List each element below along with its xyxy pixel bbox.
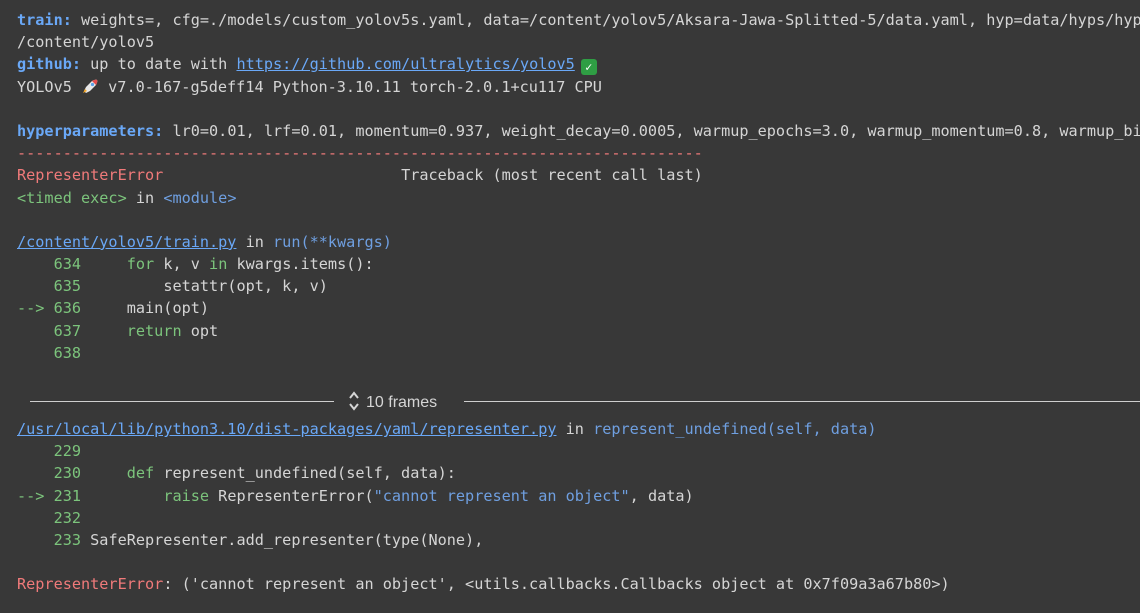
version-line: YOLOv5 v7.0-167-g5deff14 Python-3.10.11 … [17,76,1140,98]
code-line: 638 [17,343,82,362]
frame-header: /usr/local/lib/python3.10/dist-packages/… [17,420,877,438]
version-info: v7.0-167-g5deff14 Python-3.10.11 torch-2… [99,77,602,96]
hyperparameters-line: hyperparameters: lr0=0.01, lrf=0.01, mom… [17,120,1140,142]
code-line: 230 def represent_undefined(self, data): [17,464,456,483]
github-link[interactable]: https://github.com/ultralytics/yolov5 [236,55,574,73]
frame-file-link[interactable]: /content/yolov5/train.py [17,233,236,251]
code-line: 637 return opt [17,321,219,340]
module-name: <module> [163,188,237,207]
frame-header: /content/yolov5/train.py in run(**kwargs… [17,232,392,251]
github-status: up to date with [81,55,237,74]
code-line: 635 setattr(opt, k, v) [17,277,328,296]
code-line: 634 for k, v in kwargs.items(): [17,255,374,274]
final-error-message: : ('cannot represent an object', <utils.… [163,575,950,594]
train-args: weights=, cfg=./models/custom_yolov5s.ya… [71,11,1140,29]
traceback-divider: ----------------------------------------… [17,144,703,163]
train-line: train: weights=, cfg=./models/custom_yol… [17,9,1140,31]
error-name: RepresenterError [17,166,164,185]
hyperparameters-values: lr0=0.01, lrf=0.01, momentum=0.937, weig… [163,121,1140,140]
traceback-title: Traceback (most recent call last) [401,166,703,185]
frame-file-link[interactable]: /usr/local/lib/python3.10/dist-packages/… [17,420,556,438]
code-line: 229 [17,442,82,461]
code-line-current: --> 636 main(opt) [17,299,210,318]
frames-divider-left [30,401,334,402]
train-label: train: [17,11,72,29]
version-prefix: YOLOv5 [17,77,82,96]
frame-function: represent_undefined(self, data) [593,420,877,438]
timed-exec: <timed exec> [17,188,127,207]
frames-divider-right [464,401,1140,402]
expand-collapse-icon [349,391,359,411]
cwd-line: /content/yolov5 [17,33,155,52]
code-line: 233 SafeRepresenter.add_representer(type… [17,530,484,549]
timed-exec-line: <timed exec> in <module> [17,188,237,207]
frames-count-label: 10 frames [366,394,438,411]
collapsed-frames-toggle[interactable]: 10 frames [30,390,1140,416]
github-line: github: up to date with https://github.c… [17,53,1140,76]
final-error-line: RepresenterError: ('cannot represent an … [17,573,1140,595]
code-line-current: --> 231 raise RepresenterError("cannot r… [17,486,694,505]
github-label: github: [17,55,82,74]
rocket-icon [83,79,98,93]
code-line: 232 [17,508,82,527]
cell-output-continued: /usr/local/lib/python3.10/dist-packages/… [17,418,1140,596]
traceback-header: RepresenterError Traceback (most recent … [17,164,1140,186]
final-error-name: RepresenterError [17,575,164,594]
cell-output: train: weights=, cfg=./models/custom_yol… [17,9,1140,364]
check-mark-icon: ✓ [580,59,597,76]
frame-function: run(**kwargs) [273,232,392,251]
frames-expand-button[interactable]: 10 frames [348,390,437,416]
hyperparameters-label: hyperparameters: [17,121,164,140]
